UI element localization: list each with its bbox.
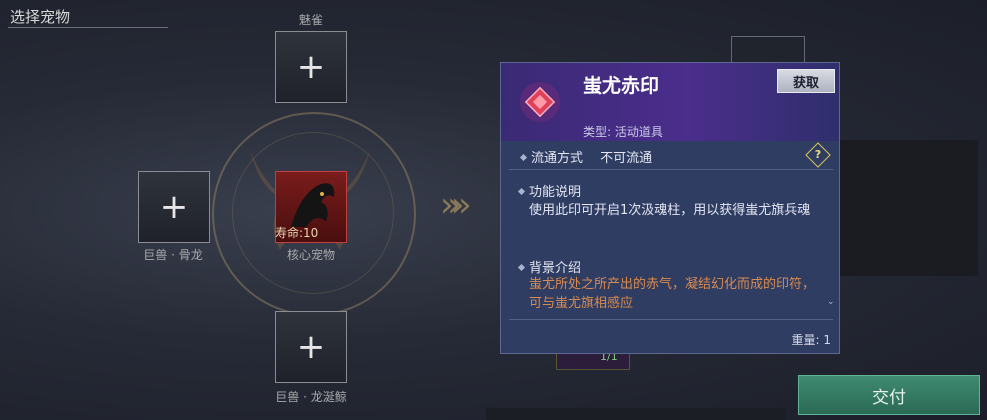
background-description: 蚩尤所处之所产出的赤气，凝结幻化而成的印符，可与蚩尤旗相感应	[529, 277, 816, 311]
slot-top-label: 魅雀	[298, 13, 323, 27]
pet-lifespan: 寿命:10	[275, 226, 319, 240]
bullet-icon	[517, 187, 526, 196]
pet-slot-left[interactable]: +	[138, 171, 210, 243]
slot-left-label: 巨兽 · 骨龙	[143, 248, 203, 262]
tooltip-divider	[509, 319, 833, 320]
pet-slot-top[interactable]: +	[275, 31, 347, 103]
item-weight: 重量: 1	[791, 333, 832, 347]
circulation-row: 流通方式 不可流通	[501, 143, 839, 169]
function-description: 使用此印可开启1次汲魂柱，用以获得蚩尤旗兵魂	[529, 203, 811, 218]
background-panel	[838, 140, 978, 276]
slot-center-label: 核心宠物	[286, 248, 335, 262]
bottom-strip	[486, 408, 786, 420]
add-icon: +	[296, 47, 326, 87]
page-title: 选择宠物	[10, 8, 71, 26]
bullet-icon	[517, 263, 526, 272]
add-icon: +	[159, 187, 189, 227]
slot-bottom-label: 巨兽 · 龙涎鲸	[275, 390, 347, 404]
pet-slot-bottom[interactable]: +	[275, 311, 347, 383]
bullet-icon	[519, 153, 528, 162]
get-button[interactable]: 获取	[777, 69, 835, 93]
item-tooltip: 蚩尤赤印 获取 类型: 活动道具 流通方式 不可流通 ? 功能说明 使用此印可开…	[500, 62, 840, 354]
circulation-label: 流通方式	[531, 151, 584, 166]
circulation-value: 不可流通	[600, 151, 653, 166]
function-heading: 功能说明	[517, 181, 581, 200]
tooltip-divider	[509, 169, 833, 170]
tooltip-header: 蚩尤赤印 获取 类型: 活动道具	[501, 63, 839, 141]
item-title: 蚩尤赤印	[583, 75, 660, 97]
background-heading: 背景介绍	[517, 257, 581, 276]
scroll-down-icon[interactable]: ⌄	[827, 297, 835, 307]
add-icon: +	[296, 327, 326, 367]
arrow-right-icon: »»	[440, 185, 471, 225]
deliver-button[interactable]: 交付	[798, 375, 980, 415]
red-seal-item-icon	[520, 82, 560, 122]
item-type: 类型: 活动道具	[583, 125, 663, 139]
header-divider	[8, 27, 168, 28]
